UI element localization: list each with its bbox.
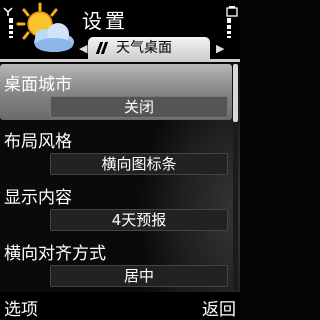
options-softkey[interactable]: 选项	[4, 295, 38, 320]
tab-left-arrow-icon[interactable]: ◀	[79, 42, 87, 55]
settings-list: 桌面城市 关闭 布局风格 横向图标条 显示内容 4天预报 横向对齐方式 居中	[0, 62, 240, 292]
setting-layout-style[interactable]: 布局风格 横向图标条	[0, 121, 232, 177]
tab-label: 天气桌面	[116, 40, 172, 56]
scrollbar[interactable]	[233, 64, 238, 290]
setting-value: 横向图标条	[50, 153, 228, 175]
status-header: 设置 ◀ 天气桌面 ▶	[0, 0, 240, 62]
page-title: 设置	[82, 9, 128, 33]
sun-cloud-icon	[16, 2, 74, 52]
setting-label: 显示内容	[4, 188, 72, 208]
back-softkey[interactable]: 返回	[202, 295, 236, 320]
signal-icon	[3, 7, 13, 38]
scroll-thumb[interactable]	[233, 64, 238, 122]
tab-mark-icon	[95, 42, 111, 54]
setting-display-content[interactable]: 显示内容 4天预报	[0, 177, 232, 233]
setting-label: 横向对齐方式	[4, 244, 106, 264]
battery-icon	[226, 6, 238, 38]
setting-label: 布局风格	[4, 132, 72, 152]
setting-value: 4天预报	[50, 209, 228, 231]
setting-label: 桌面城市	[4, 75, 72, 95]
setting-value: 居中	[50, 265, 228, 287]
tab-right-arrow-icon[interactable]: ▶	[216, 42, 224, 55]
setting-value: 关闭	[50, 96, 228, 118]
setting-desktop-city[interactable]: 桌面城市 关闭	[0, 64, 232, 120]
softkey-bar: 选项 返回	[0, 292, 240, 320]
tab-weather-desktop[interactable]: 天气桌面	[88, 37, 210, 59]
setting-horizontal-alignment[interactable]: 横向对齐方式 居中	[0, 233, 232, 289]
